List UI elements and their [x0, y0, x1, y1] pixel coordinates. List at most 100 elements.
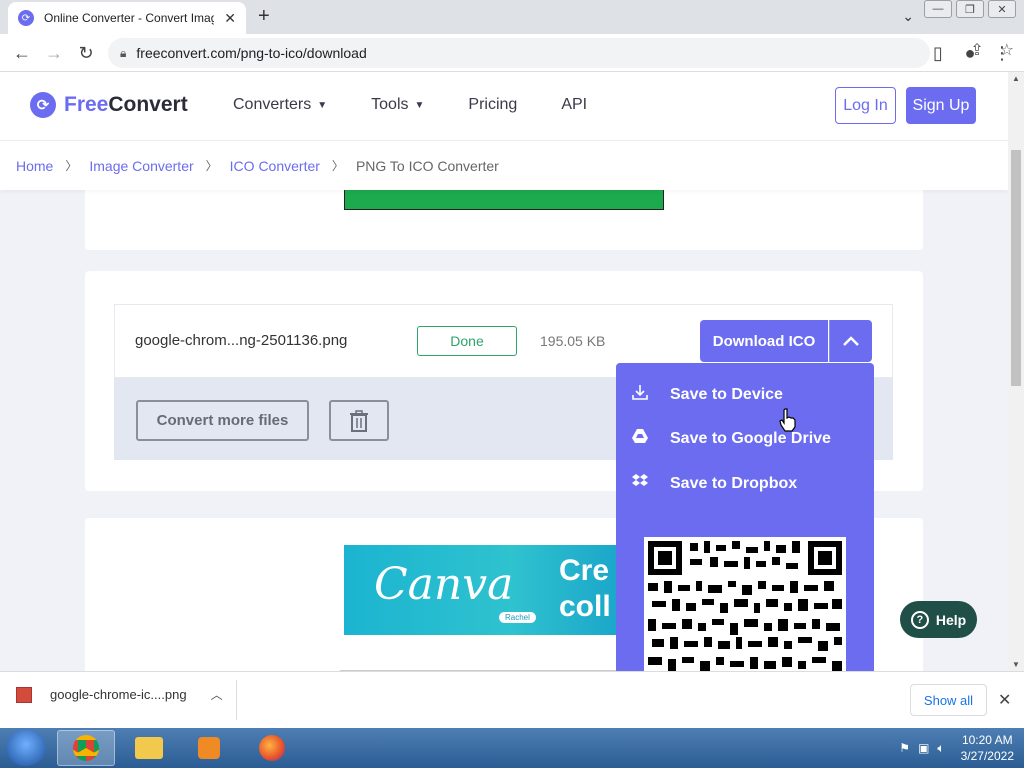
- save-to-dropbox-item[interactable]: Save to Dropbox: [630, 473, 797, 494]
- profile-avatar-icon[interactable]: ●: [958, 41, 982, 65]
- network-icon[interactable]: ▣: [918, 741, 929, 756]
- nav-api-label: API: [561, 96, 588, 113]
- question-icon: ?: [910, 610, 929, 629]
- clock-time: 10:20 AM: [961, 733, 1013, 747]
- download-options-toggle[interactable]: [829, 320, 872, 362]
- canva-ad-text: Cre coll: [559, 553, 611, 625]
- canva-ad-text-line1: Cre: [559, 554, 610, 587]
- taskbar-chrome[interactable]: [57, 730, 115, 766]
- browser-toolbar: ← → ↻ 🔒︎ freeconvert.com/png-to-ico/down…: [0, 34, 1024, 72]
- url-text: freeconvert.com/png-to-ico/download: [136, 45, 367, 61]
- volume-icon[interactable]: 🔈︎: [937, 741, 944, 756]
- save-to-device-label: Save to Device: [670, 385, 783, 403]
- login-button[interactable]: Log In: [835, 87, 896, 124]
- chevron-right-icon: 〉: [205, 159, 218, 173]
- page-scrollbar[interactable]: ▲ ▼: [1008, 72, 1024, 671]
- download-button[interactable]: Download ICO: [700, 320, 828, 362]
- close-shelf-icon[interactable]: ✕: [998, 690, 1011, 710]
- help-label: Help: [935, 611, 967, 628]
- canva-ad-banner[interactable]: Canva Rachel Cre coll: [344, 545, 624, 635]
- download-shelf: google-chrome-ic....png ︿ Show all ✕: [0, 671, 1024, 728]
- breadcrumb: Home 〉 Image Converter 〉 ICO Converter 〉…: [0, 140, 1008, 190]
- downloaded-file-name: google-chrome-ic....png: [50, 687, 187, 702]
- chrome-menu-icon[interactable]: ⋮: [990, 41, 1014, 65]
- canva-ad-text-line2: coll: [559, 590, 611, 623]
- save-to-google-drive-label: Save to Google Drive: [670, 429, 831, 447]
- signup-button[interactable]: Sign Up: [906, 87, 976, 124]
- site-header: ⟳ FreeConvert Converters ▼ Tools ▼ Pricing…: [0, 72, 1008, 140]
- delete-button[interactable]: [329, 400, 389, 441]
- chevron-right-icon: 〉: [331, 159, 344, 173]
- scrollbar-thumb[interactable]: [1011, 150, 1021, 386]
- breadcrumb-image-converter[interactable]: Image Converter: [89, 158, 193, 174]
- restore-icon[interactable]: ❐: [956, 0, 984, 18]
- site-favicon-icon: ⟳: [18, 10, 34, 26]
- chevron-up-icon: [843, 336, 859, 346]
- breadcrumb-home[interactable]: Home: [16, 158, 53, 174]
- chevron-right-icon: 〉: [65, 159, 78, 173]
- side-panel-icon[interactable]: ▯: [926, 41, 950, 65]
- nav-converters-label: Converters: [233, 96, 312, 113]
- action-center-icon[interactable]: ⚑: [899, 741, 910, 756]
- window-controls: — ❐ ✕: [924, 0, 1016, 18]
- nav-tools[interactable]: Tools ▼: [371, 96, 424, 114]
- download-icon: [630, 383, 650, 406]
- browser-tab-bar: ⟳ Online Converter - Convert Imag ✕ + ⌄ …: [0, 0, 1024, 34]
- trash-icon: [350, 409, 368, 432]
- scroll-up-icon[interactable]: ▲: [1012, 74, 1020, 83]
- dropbox-icon: [630, 473, 650, 494]
- image-file-icon: [16, 686, 32, 703]
- close-tab-icon[interactable]: ✕: [224, 10, 236, 27]
- logo-text-free: Free: [64, 93, 109, 116]
- address-bar[interactable]: 🔒︎ freeconvert.com/png-to-ico/download: [108, 38, 930, 68]
- file-size: 195.05 KB: [540, 333, 606, 349]
- shelf-divider: [236, 680, 237, 720]
- taskbar-media-player[interactable]: [180, 730, 238, 766]
- google-drive-icon: [630, 428, 650, 449]
- status-badge: Done: [417, 326, 517, 356]
- chevron-up-icon[interactable]: ︿: [211, 686, 223, 703]
- convert-more-button[interactable]: Convert more files: [136, 400, 309, 441]
- start-button[interactable]: [6, 730, 46, 766]
- web-page: ⟳ FreeConvert Converters ▼ Tools ▼ Pricing…: [0, 72, 1008, 671]
- chevron-down-icon: ▼: [317, 99, 328, 111]
- nav-pricing[interactable]: Pricing: [468, 96, 517, 114]
- close-window-icon[interactable]: ✕: [988, 0, 1016, 18]
- breadcrumb-current: PNG To ICO Converter: [355, 157, 499, 174]
- firefox-icon: [259, 735, 285, 761]
- nav-converters[interactable]: Converters ▼: [233, 96, 327, 114]
- logo-mark-icon: ⟳: [30, 92, 56, 118]
- save-to-device-item[interactable]: Save to Device: [630, 383, 783, 406]
- help-button[interactable]: ? Help: [900, 601, 977, 638]
- show-all-button[interactable]: Show all: [910, 684, 987, 716]
- new-tab-icon[interactable]: +: [258, 5, 270, 28]
- minimize-icon[interactable]: —: [924, 0, 952, 18]
- reload-icon[interactable]: ↻: [74, 41, 98, 65]
- downloaded-file-item[interactable]: google-chrome-ic....png ︿: [16, 686, 223, 703]
- breadcrumb-ico-converter[interactable]: ICO Converter: [230, 158, 320, 174]
- folder-icon: [135, 737, 163, 759]
- clock-date: 3/27/2022: [960, 749, 1014, 763]
- logo-text-convert: Convert: [108, 93, 188, 116]
- ad-banner-green[interactable]: [344, 190, 664, 210]
- scroll-down-icon[interactable]: ▼: [1012, 660, 1020, 669]
- system-tray: ⚑ ▣ 🔈︎ 10:20 AM 3/27/2022: [899, 732, 1014, 764]
- canva-badge: Rachel: [499, 612, 536, 623]
- freeconvert-logo[interactable]: ⟳ FreeConvert: [30, 92, 188, 118]
- lock-icon: 🔒︎: [120, 45, 127, 60]
- canva-logo: Canva: [374, 559, 514, 610]
- forward-icon[interactable]: →: [42, 41, 66, 65]
- browser-tab[interactable]: ⟳ Online Converter - Convert Imag ✕: [8, 2, 246, 34]
- nav-api[interactable]: API: [561, 96, 587, 114]
- taskbar-explorer[interactable]: [120, 730, 178, 766]
- main-nav: Converters ▼ Tools ▼ Pricing API: [233, 96, 631, 114]
- taskbar-firefox[interactable]: [243, 730, 301, 766]
- tab-search-chevron-icon[interactable]: ⌄: [902, 8, 914, 25]
- nav-pricing-label: Pricing: [468, 96, 518, 113]
- back-icon[interactable]: ←: [10, 41, 34, 65]
- file-name: google-chrom...ng-2501136.png: [135, 332, 348, 349]
- clock[interactable]: 10:20 AM 3/27/2022: [961, 732, 1014, 764]
- save-to-google-drive-item[interactable]: Save to Google Drive: [630, 428, 831, 449]
- qr-code: [644, 537, 846, 671]
- download-dropdown-menu: Save to Device Save to Google Drive Save…: [616, 363, 874, 671]
